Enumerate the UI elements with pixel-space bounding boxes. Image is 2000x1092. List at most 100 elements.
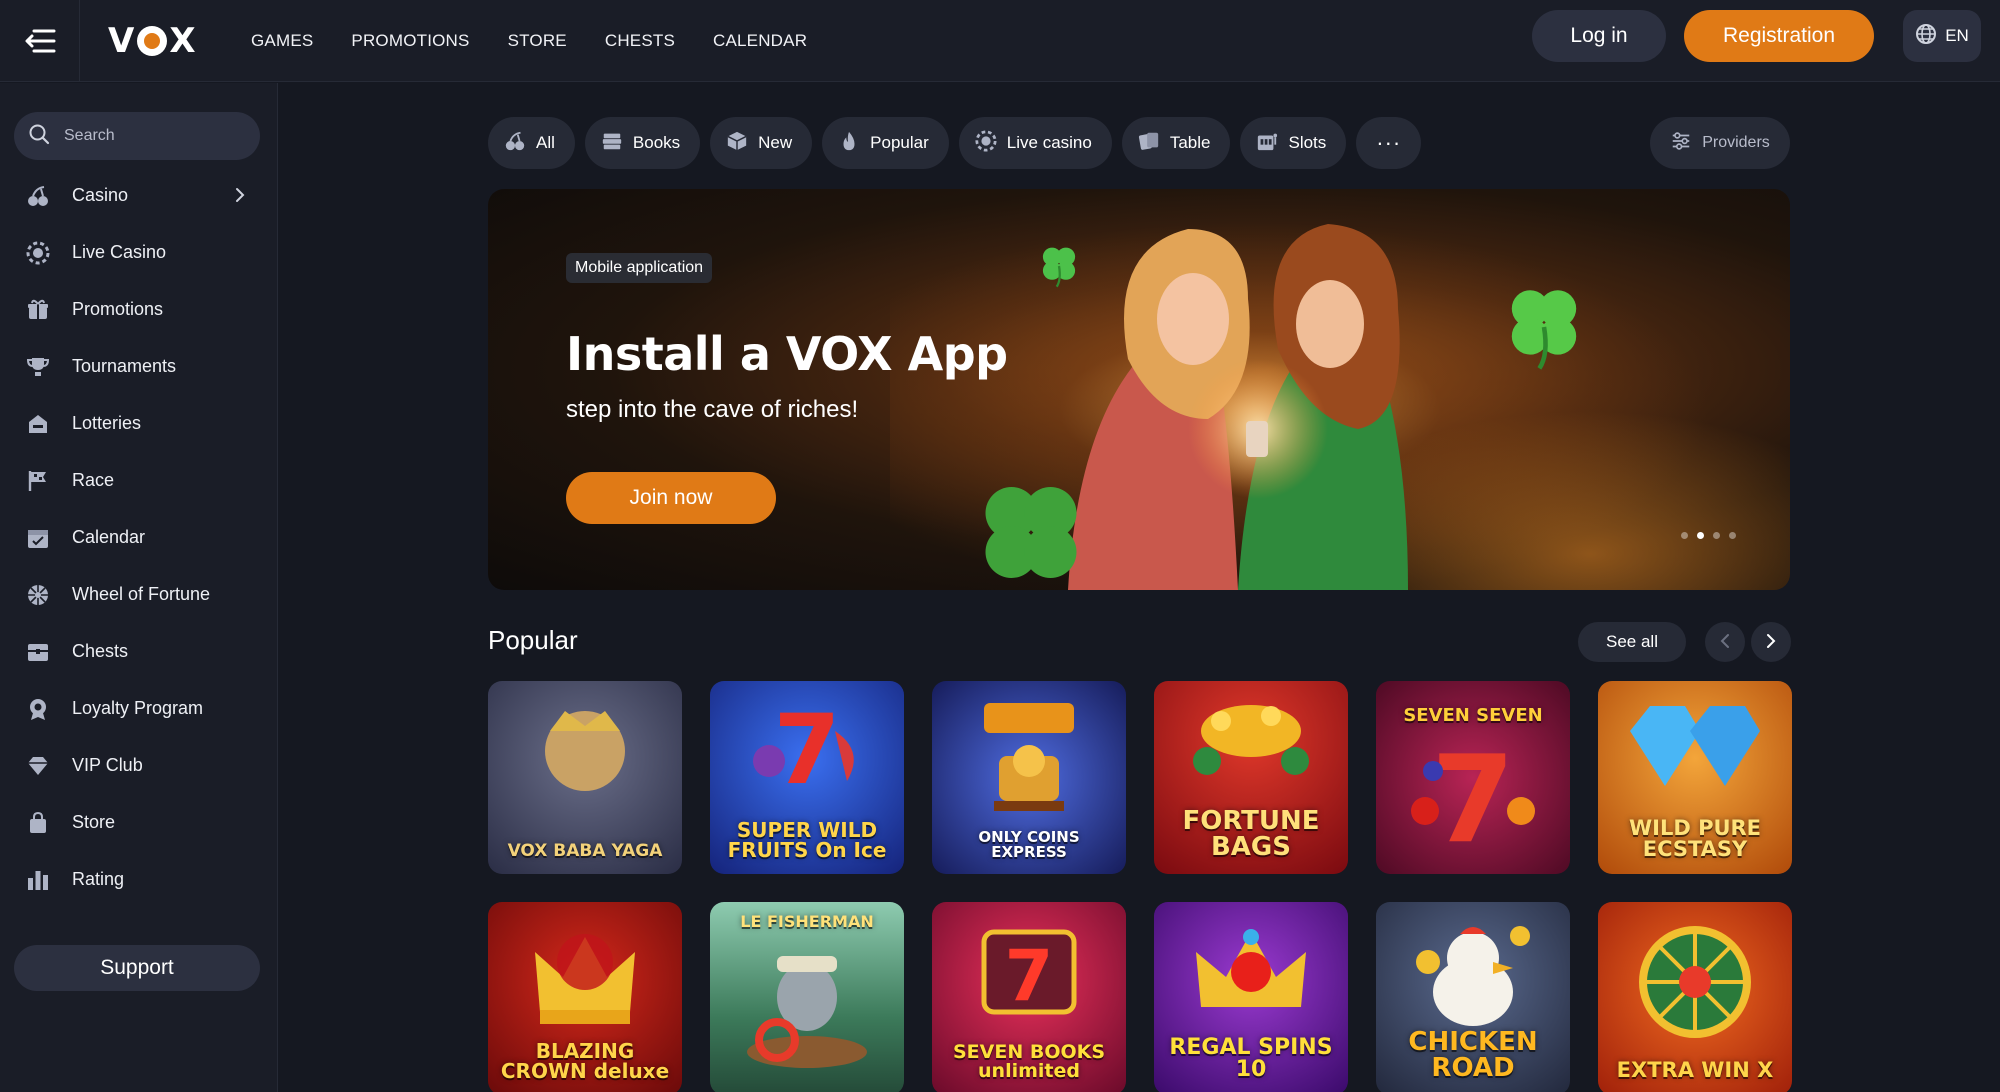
sidebar-item-tournaments[interactable]: Tournaments: [0, 338, 278, 395]
category-chips: All Books New Popular Live casino Table …: [488, 117, 1422, 169]
sidebar-item-chests[interactable]: Chests: [0, 623, 278, 680]
sidebar-item-label: Race: [72, 470, 115, 490]
language-selector[interactable]: EN: [1903, 10, 1981, 62]
chip-label: Live casino: [1006, 133, 1092, 152]
sidebar-item-rating[interactable]: Rating: [0, 851, 278, 908]
chip-all[interactable]: All: [488, 117, 575, 169]
books-icon: [601, 130, 623, 157]
search-box[interactable]: [14, 112, 260, 160]
sidebar-item-store[interactable]: Store: [0, 794, 278, 851]
filter-icon: [1670, 130, 1692, 157]
sidebar-item-race[interactable]: Race: [0, 452, 278, 509]
game-tile[interactable]: FORTUNE BAGS: [1154, 681, 1348, 874]
game-title: SUPER WILD FRUITS On Ice: [727, 818, 887, 862]
diamond-icon: [26, 754, 50, 778]
game-title: SEVEN SEVEN: [1403, 705, 1543, 726]
sidebar-item-casino[interactable]: Casino: [0, 167, 278, 224]
language-code: EN: [1945, 26, 1969, 45]
game-title: CHICKEN ROAD: [1408, 1027, 1538, 1083]
providers-button[interactable]: Providers: [1650, 117, 1790, 169]
banner-badge: Mobile application: [566, 253, 713, 283]
prev-arrow-button[interactable]: [1705, 622, 1745, 662]
svg-text:7: 7: [1431, 731, 1515, 851]
providers-label: Providers: [1702, 134, 1770, 151]
carousel-dot[interactable]: [1713, 532, 1720, 539]
registration-button[interactable]: Registration: [1684, 10, 1874, 62]
game-artwork: [1416, 926, 1530, 1026]
game-artwork: [545, 711, 625, 791]
sidebar-item-calendar[interactable]: Calendar: [0, 509, 278, 566]
game-artwork: [747, 956, 867, 1068]
cards-icon: [1138, 130, 1160, 157]
chip-books[interactable]: Books: [584, 117, 701, 169]
game-tile[interactable]: LE FISHERMAN: [710, 902, 904, 1092]
chevron-right-icon[interactable]: [234, 186, 246, 209]
chip-label: All: [536, 133, 555, 152]
game-tile[interactable]: VOX BABA YAGA: [488, 681, 682, 874]
flag-icon: [26, 469, 50, 493]
game-artwork: [984, 703, 1074, 811]
search-input[interactable]: [64, 127, 234, 145]
chip-live-casino[interactable]: Live casino: [958, 117, 1112, 169]
sidebar-item-label: Promotions: [72, 299, 164, 319]
nav-calendar[interactable]: CALENDAR: [713, 31, 807, 51]
game-tile[interactable]: 7 SUPER WILD FRUITS On Ice: [710, 681, 904, 874]
nav-chests[interactable]: CHESTS: [605, 31, 675, 51]
chevron-left-icon: [1719, 632, 1731, 653]
sidebar-item-label: Casino: [72, 185, 129, 205]
game-tile[interactable]: REGAL SPINS 10: [1154, 902, 1348, 1092]
carousel-dot[interactable]: [1681, 532, 1688, 539]
nav-promotions[interactable]: PROMOTIONS: [351, 31, 469, 51]
game-tile[interactable]: ONLY COINS EXPRESS: [932, 681, 1126, 874]
sidebar-item-loyalty-program[interactable]: Loyalty Program: [0, 680, 278, 737]
login-button[interactable]: Log in: [1532, 10, 1666, 62]
chip-slots[interactable]: Slots: [1240, 117, 1347, 169]
banner-subtitle: step into the cave of riches!: [566, 396, 859, 423]
game-tile[interactable]: WILD PURE ECSTASY: [1598, 681, 1792, 874]
gift-icon: [26, 298, 50, 322]
sidebar-item-lotteries[interactable]: Lotteries: [0, 395, 278, 452]
top-nav: GAMES PROMOTIONS STORE CHESTS CALENDAR: [251, 0, 845, 82]
game-tile[interactable]: EXTRA WIN X: [1598, 902, 1792, 1092]
game-tile[interactable]: 7 SEVEN SEVEN: [1376, 681, 1570, 874]
vox-logo[interactable]: VX: [108, 20, 197, 62]
next-arrow-button[interactable]: [1751, 622, 1791, 662]
svg-text:7: 7: [1005, 935, 1054, 1017]
sidebar-item-live-casino[interactable]: Live Casino: [0, 224, 278, 281]
sidebar-item-label: Chests: [72, 641, 129, 661]
game-tile[interactable]: BLAZING CROWN deluxe: [488, 902, 682, 1092]
sidebar-item-label: Loyalty Program: [72, 698, 204, 718]
svg-text:7: 7: [774, 701, 841, 801]
game-artwork: 7: [753, 701, 854, 801]
join-now-button[interactable]: Join now: [566, 472, 776, 524]
game-tile[interactable]: CHICKEN ROAD: [1376, 902, 1570, 1092]
sidebar-item-promotions[interactable]: Promotions: [0, 281, 278, 338]
support-button[interactable]: Support: [14, 945, 260, 991]
menu-toggle-icon[interactable]: [0, 0, 80, 82]
clover-illustration: [1042, 247, 1076, 288]
sidebar-item-label: Live Casino: [72, 242, 167, 262]
carousel-dot[interactable]: [1729, 532, 1736, 539]
search-icon: [28, 123, 50, 150]
carousel-dot-active[interactable]: [1697, 532, 1704, 539]
chip-label: Popular: [870, 133, 929, 152]
promo-banner[interactable]: Mobile application Install a VOX App ste…: [488, 189, 1790, 590]
popular-section-title: Popular: [488, 625, 578, 655]
sidebar-item-label: Rating: [72, 869, 125, 889]
more-categories-button[interactable]: ···: [1356, 117, 1422, 169]
chip-table[interactable]: Table: [1121, 117, 1231, 169]
calendar-icon: [26, 526, 50, 550]
game-title: WILD PURE ECSTASY: [1628, 816, 1762, 861]
chip-label: Books: [632, 133, 681, 152]
game-tile[interactable]: 7 SEVEN BOOKS unlimited: [932, 902, 1126, 1092]
chip-popular[interactable]: Popular: [822, 117, 949, 169]
sidebar-item-wheel-of-fortune[interactable]: Wheel of Fortune: [0, 566, 278, 623]
game-title: FORTUNE BAGS: [1182, 806, 1320, 862]
sidebar-item-vip-club[interactable]: VIP Club: [0, 737, 278, 794]
lottery-icon: [26, 412, 50, 436]
chip-new[interactable]: New: [710, 117, 813, 169]
nav-games[interactable]: GAMES: [251, 31, 313, 51]
see-all-button[interactable]: See all: [1578, 622, 1686, 662]
nav-store[interactable]: STORE: [508, 31, 567, 51]
game-artwork: 7: [981, 929, 1077, 1017]
